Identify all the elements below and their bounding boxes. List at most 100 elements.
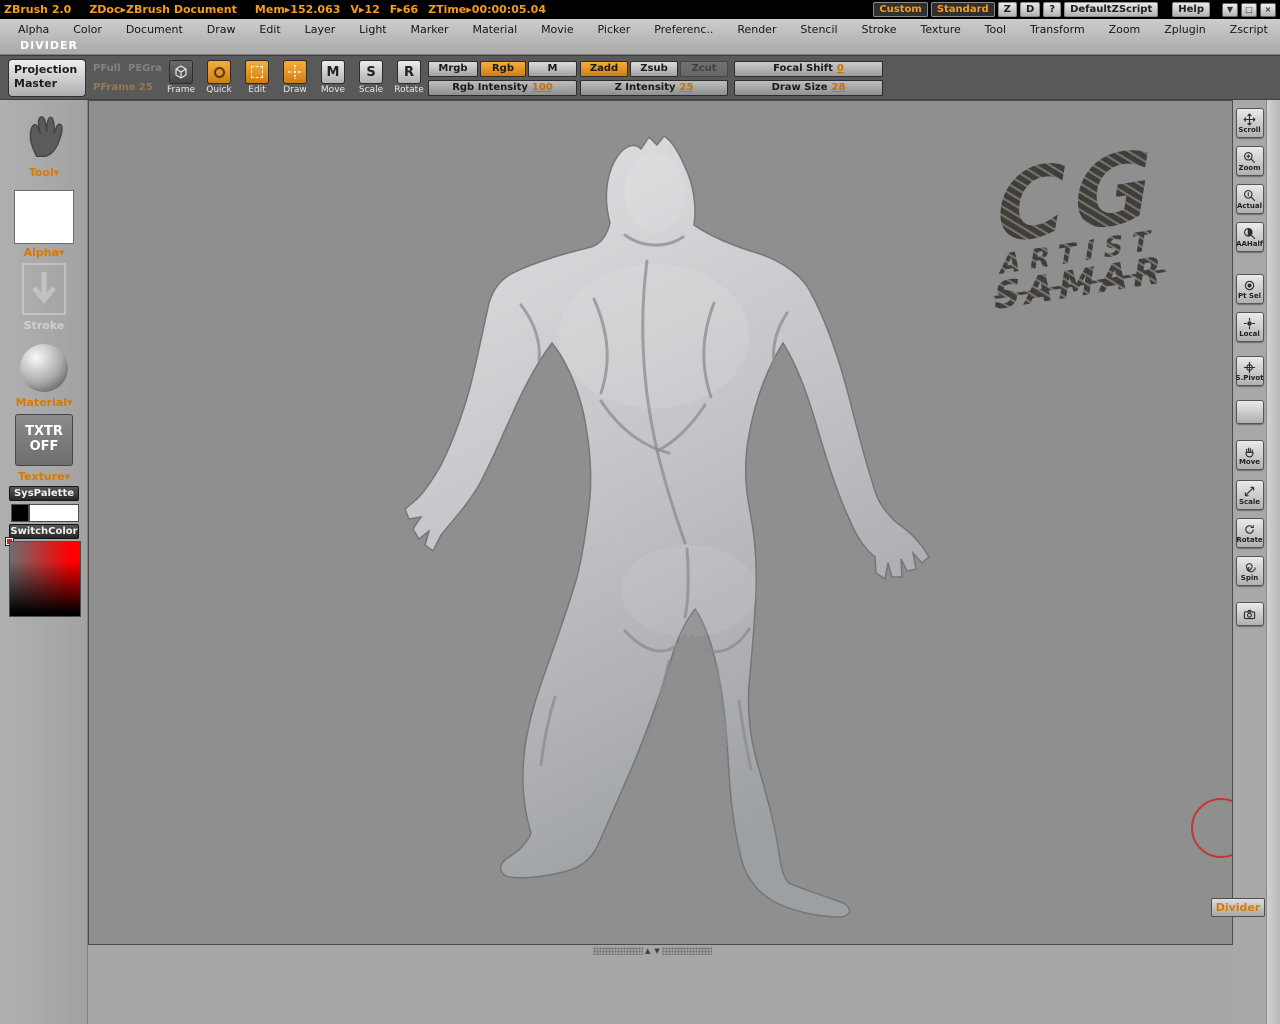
default-zscript-button[interactable]: DefaultZScript bbox=[1064, 2, 1159, 17]
quick-button[interactable]: Quick bbox=[204, 60, 234, 95]
move-button[interactable]: Move bbox=[1235, 440, 1264, 470]
primary-color-swatch[interactable] bbox=[29, 504, 79, 522]
right-panel-button-label: Scale bbox=[1238, 498, 1261, 506]
point-select-button[interactable]: Pt Sel bbox=[1235, 274, 1264, 304]
chevron-down-icon: ▼ bbox=[67, 399, 73, 407]
menu-item-stroke[interactable]: Stroke bbox=[862, 23, 897, 36]
scroll-grip-right[interactable] bbox=[661, 947, 712, 955]
edit-marquee-icon bbox=[245, 60, 269, 84]
menu-item-draw[interactable]: Draw bbox=[207, 23, 236, 36]
restore-icon[interactable]: □ bbox=[1241, 2, 1257, 17]
frame-button[interactable]: Frame bbox=[166, 60, 196, 95]
menu-bar-items: Alpha Color Document Draw Edit Layer Light Mark… bbox=[0, 19, 1280, 36]
move-mode-button[interactable]: M Move bbox=[318, 60, 348, 95]
draw-button[interactable]: Draw bbox=[280, 60, 310, 95]
move-letter-icon: M bbox=[321, 60, 345, 84]
menu-bar: Alpha Color Document Draw Edit Layer Light Mark… bbox=[0, 19, 1280, 55]
menu-item-texture[interactable]: Texture bbox=[920, 23, 960, 36]
menu-item-transform[interactable]: Transform bbox=[1030, 23, 1085, 36]
v-readout: V▸12 bbox=[350, 3, 380, 16]
ztime-readout: ZTime▸00:00:05.04 bbox=[428, 3, 546, 16]
switchcolor-button[interactable]: SwitchColor bbox=[9, 524, 79, 539]
standard-ui-button[interactable]: Standard bbox=[930, 2, 995, 17]
zsub-button[interactable]: Zsub bbox=[630, 61, 678, 77]
material-flyout-label[interactable]: Material▼ bbox=[0, 396, 88, 409]
divider-button[interactable]: Divider bbox=[1211, 898, 1265, 917]
menu-item-tool[interactable]: Tool bbox=[985, 23, 1006, 36]
current-material-preview[interactable] bbox=[20, 344, 68, 392]
right-panel-button-label: Zoom bbox=[1238, 164, 1261, 172]
menu-item-preferenc[interactable]: Preferenc.. bbox=[654, 23, 713, 36]
mem-readout: Mem▸152.063 bbox=[254, 3, 341, 16]
zadd-button[interactable]: Zadd bbox=[580, 61, 628, 77]
color-gradient-picker[interactable] bbox=[9, 541, 81, 617]
rotate-mode-button[interactable]: R Rotate bbox=[394, 60, 424, 95]
edit-button[interactable]: Edit bbox=[242, 60, 272, 95]
local-button[interactable]: Local bbox=[1235, 312, 1264, 342]
menu-item-picker[interactable]: Picker bbox=[598, 23, 631, 36]
help-question-button[interactable]: ? bbox=[1043, 2, 1062, 17]
scroll-down-icon[interactable]: ▼ bbox=[654, 947, 659, 955]
current-texture-preview[interactable]: TXTR OFF bbox=[15, 414, 73, 466]
custom-ui-button[interactable]: Custom bbox=[873, 2, 928, 17]
menu-item-color[interactable]: Color bbox=[73, 23, 102, 36]
draw-size-slider[interactable]: Draw Size 28 bbox=[734, 80, 883, 96]
f-readout: F▸66 bbox=[389, 3, 419, 16]
chevron-down-icon: ▼ bbox=[59, 249, 65, 257]
close-icon[interactable]: × bbox=[1260, 2, 1276, 17]
set-pivot-button[interactable]: S.Pivot bbox=[1235, 356, 1264, 386]
d-button[interactable]: D bbox=[1019, 2, 1041, 17]
scale-mode-button[interactable]: S Scale bbox=[356, 60, 386, 95]
menu-item-marker[interactable]: Marker bbox=[411, 23, 449, 36]
projection-master-button[interactable]: Projection Master bbox=[8, 59, 86, 97]
menu-item-alpha[interactable]: Alpha bbox=[18, 23, 49, 36]
scale-button[interactable]: Scale bbox=[1235, 480, 1264, 510]
chevron-down-icon: ▼ bbox=[64, 473, 70, 481]
m-button[interactable]: M bbox=[528, 61, 577, 77]
app-title: ZBrush 2.0 bbox=[4, 3, 72, 16]
menu-item-edit[interactable]: Edit bbox=[259, 23, 280, 36]
menu-item-zoom[interactable]: Zoom bbox=[1109, 23, 1141, 36]
z-button[interactable]: Z bbox=[997, 2, 1017, 17]
menu-item-document[interactable]: Document bbox=[126, 23, 183, 36]
rgb-button[interactable]: Rgb bbox=[480, 61, 526, 77]
blank-button[interactable] bbox=[1235, 400, 1264, 424]
texture-flyout-label[interactable]: Texture▼ bbox=[0, 470, 88, 483]
current-alpha-preview[interactable] bbox=[14, 190, 74, 244]
zdoc-label: ZDoc▸ZBrush Document bbox=[89, 3, 237, 16]
menu-item-render[interactable]: Render bbox=[737, 23, 776, 36]
window-vertical-scrollbar[interactable] bbox=[1266, 100, 1280, 1024]
z-intensity-slider[interactable]: Z Intensity 25 bbox=[580, 80, 728, 96]
minimize-icon[interactable]: ▼ bbox=[1222, 2, 1238, 17]
snapshot-button[interactable] bbox=[1235, 602, 1264, 626]
menu-item-light[interactable]: Light bbox=[359, 23, 386, 36]
help-button[interactable]: Help bbox=[1172, 2, 1210, 17]
alpha-flyout-label[interactable]: Alpha▼ bbox=[0, 246, 88, 259]
syspalette-button[interactable]: SysPalette bbox=[9, 486, 79, 501]
rotate-button[interactable]: Rotate bbox=[1235, 518, 1264, 548]
frame-label: Frame bbox=[166, 85, 196, 95]
scroll-up-icon[interactable]: ▲ bbox=[645, 947, 650, 955]
txtr-line2: OFF bbox=[29, 439, 59, 454]
spin-button[interactable]: Spin bbox=[1235, 556, 1264, 586]
rgb-intensity-slider[interactable]: Rgb Intensity 100 bbox=[428, 80, 577, 96]
zoom-button[interactable]: Zoom bbox=[1235, 146, 1264, 176]
secondary-color-swatch[interactable] bbox=[11, 504, 29, 522]
document-canvas[interactable]: CG ARTIST SAMAR bbox=[88, 100, 1233, 945]
menu-item-zscript[interactable]: Zscript bbox=[1230, 23, 1268, 36]
menu-item-movie[interactable]: Movie bbox=[541, 23, 574, 36]
focal-shift-slider[interactable]: Focal Shift 0 bbox=[734, 61, 883, 77]
menu-item-zplugin[interactable]: Zplugin bbox=[1164, 23, 1206, 36]
tool-flyout-label[interactable]: Tool▼ bbox=[0, 166, 88, 179]
actual-button[interactable]: Actual bbox=[1235, 184, 1264, 214]
current-tool-preview[interactable] bbox=[18, 106, 70, 166]
menu-item-stencil[interactable]: Stencil bbox=[800, 23, 837, 36]
current-stroke-preview bbox=[21, 262, 67, 316]
mrgb-button[interactable]: Mrgb bbox=[428, 61, 478, 77]
scroll-button[interactable]: Scroll bbox=[1235, 108, 1264, 138]
aahalf-button[interactable]: AAHalf bbox=[1235, 222, 1264, 252]
canvas-scroll-widget[interactable]: ▲ ▼ bbox=[593, 947, 712, 955]
scroll-grip-left[interactable] bbox=[593, 947, 643, 955]
menu-item-layer[interactable]: Layer bbox=[305, 23, 336, 36]
menu-item-material[interactable]: Material bbox=[472, 23, 517, 36]
